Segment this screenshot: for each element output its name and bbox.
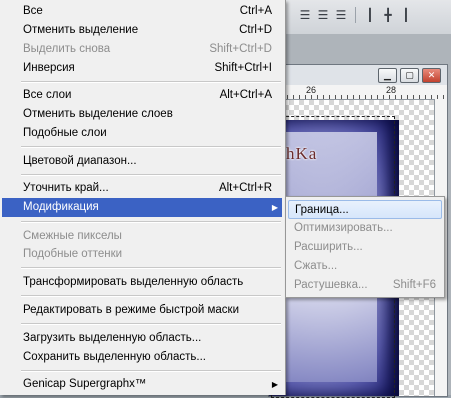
submenu-item-contract[interactable]: Сжать... (288, 257, 442, 276)
menu-item-all-layers[interactable]: Все слои Alt+Ctrl+A (2, 86, 282, 105)
submenu-item-expand[interactable]: Расширить... (288, 238, 442, 257)
close-icon[interactable]: ✕ (422, 68, 441, 83)
menu-item-inverse[interactable]: Инверсия Shift+Ctrl+I (2, 59, 282, 78)
submenu-arrow-icon: ▶ (271, 203, 278, 212)
menu-item-deselect[interactable]: Отменить выделение Ctrl+D (2, 21, 282, 40)
menu-item-modify[interactable]: Модификация ▶ (2, 198, 282, 217)
menu-separator (21, 81, 281, 83)
align-right-edges-icon[interactable]: ┃ (399, 7, 413, 23)
align-horizontal-centers-icon[interactable]: ╋ (381, 7, 395, 23)
minimize-icon[interactable]: ▁ (378, 68, 397, 83)
menu-item-reselect[interactable]: Выделить снова Shift+Ctrl+D (2, 40, 282, 59)
align-left-edges-icon[interactable]: ┃ (363, 7, 377, 23)
menu-item-load-selection[interactable]: Загрузить выделенную область... (2, 329, 282, 348)
menu-separator (21, 174, 281, 176)
menu-item-grow[interactable]: Смежные пикселы (2, 227, 282, 246)
menu-item-transform-selection[interactable]: Трансформировать выделенную область (2, 273, 282, 292)
modify-submenu: Граница... Оптимизировать... Расширить..… (285, 196, 445, 298)
menu-item-similar-layers[interactable]: Подобные слои (2, 124, 282, 143)
menu-separator (21, 370, 281, 372)
submenu-arrow-icon: ▶ (271, 380, 278, 389)
window-controls: ▁ ▢ ✕ (378, 68, 441, 83)
menu-separator (21, 146, 281, 148)
select-menu: Все Ctrl+A Отменить выделение Ctrl+D Выд… (0, 0, 286, 395)
align-vertical-centers-icon[interactable]: ☰ (316, 7, 330, 23)
menu-separator (21, 221, 281, 223)
submenu-item-feather[interactable]: Растушевка... Shift+F6 (288, 276, 442, 295)
ruler-mark: 28 (385, 85, 398, 95)
menu-item-all[interactable]: Все Ctrl+A (2, 2, 282, 21)
menu-separator (21, 323, 281, 325)
menu-item-color-range[interactable]: Цветовой диапазон... (2, 152, 282, 171)
ruler-mark: 26 (305, 85, 318, 95)
submenu-item-smooth[interactable]: Оптимизировать... (288, 219, 442, 238)
menu-separator (21, 267, 281, 269)
menu-item-deselect-layers[interactable]: Отменить выделение слоев (2, 105, 282, 124)
align-buttons-group: ☰ ☰ ☰ ┃ ╋ ┃ (298, 7, 413, 23)
menu-item-similar[interactable]: Подобные оттенки (2, 245, 282, 264)
submenu-item-border[interactable]: Граница... (288, 200, 442, 219)
align-bottom-edges-icon[interactable]: ☰ (334, 7, 348, 23)
menu-item-save-selection[interactable]: Сохранить выделенную область... (2, 348, 282, 367)
maximize-icon[interactable]: ▢ (400, 68, 419, 83)
align-top-edges-icon[interactable]: ☰ (298, 7, 312, 23)
horizontal-ruler[interactable]: 26 28 (269, 85, 447, 100)
menu-item-quick-mask[interactable]: Редактировать в режиме быстрой маски (2, 301, 282, 320)
menu-item-refine-edge[interactable]: Уточнить край... Alt+Ctrl+R (2, 179, 282, 198)
menu-separator (21, 295, 281, 297)
menu-item-genicap[interactable]: Genicap Supergraphx™ ▶ (2, 375, 282, 394)
toolbar-divider (355, 7, 356, 23)
